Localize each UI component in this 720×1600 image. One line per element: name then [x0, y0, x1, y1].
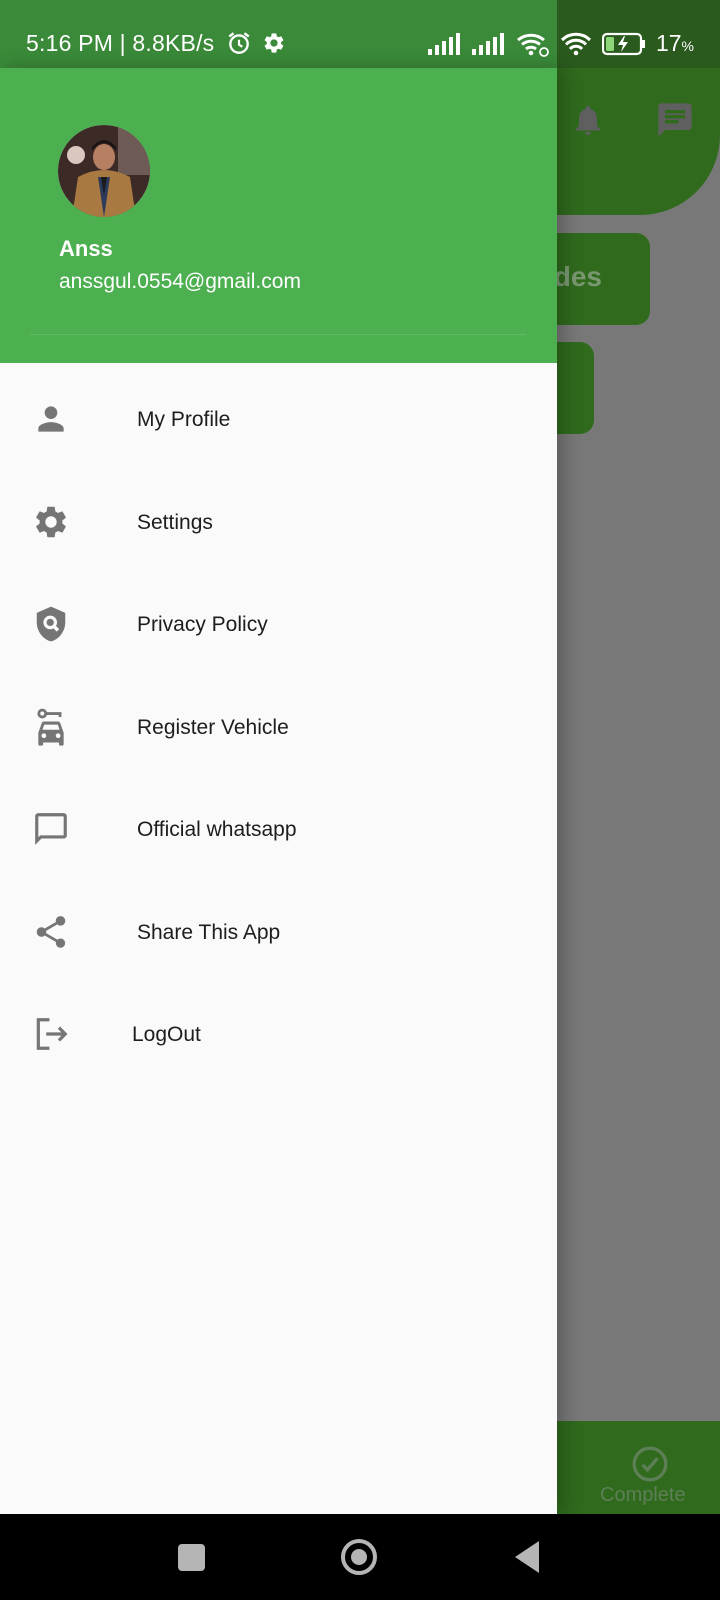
- bottom-nav-complete-label: Complete: [600, 1484, 686, 1506]
- battery-percent: 17: [655, 30, 682, 56]
- menu-item-share-app[interactable]: Share This App: [0, 881, 557, 984]
- gear-icon: [264, 33, 284, 53]
- menu-item-label: LogOut: [132, 1023, 201, 1046]
- wifi-icon: [560, 32, 592, 55]
- profile-photo: [58, 125, 150, 217]
- menu-item-register-vehicle[interactable]: Register Vehicle: [0, 676, 557, 779]
- status-bar: 5:16 PM | 8.8KB/s 17%: [0, 0, 720, 68]
- car-key-icon: [37, 708, 64, 746]
- signal-icon: [427, 32, 460, 55]
- menu-item-label: My Profile: [137, 408, 231, 431]
- back-button[interactable]: [515, 1541, 539, 1573]
- gear-icon: [36, 506, 66, 537]
- home-button[interactable]: [341, 1539, 377, 1575]
- menu-item-label: Settings: [137, 510, 213, 534]
- avatar[interactable]: [58, 125, 150, 217]
- menu-item-logout[interactable]: LogOut: [0, 983, 557, 1086]
- alarm-icon: [228, 32, 250, 54]
- system-nav-bar: [0, 1514, 720, 1600]
- user-name: Anss: [59, 236, 113, 261]
- header-divider: [30, 334, 526, 335]
- menu-item-my-profile[interactable]: My Profile: [0, 368, 557, 471]
- check-circle-icon: [632, 1446, 668, 1482]
- background-card-text: des: [553, 261, 602, 292]
- menu-item-settings[interactable]: Settings: [0, 471, 557, 574]
- drawer-header: Anss anssgul.0554@gmail.com: [0, 68, 557, 363]
- menu-item-label: Register Vehicle: [137, 715, 289, 739]
- menu-item-label: Share This App: [137, 920, 281, 944]
- wifi-link-icon: [516, 33, 549, 57]
- status-time-speed: 5:16 PM | 8.8KB/s: [26, 30, 215, 56]
- share-icon: [36, 915, 66, 948]
- battery-charging-icon: [601, 32, 645, 55]
- message-icon: [35, 813, 67, 845]
- menu-item-label: Privacy Policy: [137, 613, 268, 636]
- battery-unit: %: [681, 38, 694, 54]
- bell-icon: [576, 105, 600, 135]
- recents-button[interactable]: [178, 1544, 205, 1571]
- menu-item-official-whatsapp[interactable]: Official whatsapp: [0, 778, 557, 881]
- signal-icon: [471, 32, 504, 55]
- shield-icon: [36, 606, 66, 642]
- menu-item-label: Official whatsapp: [137, 818, 297, 841]
- logout-icon: [36, 1018, 68, 1050]
- menu-item-privacy-policy[interactable]: Privacy Policy: [0, 573, 557, 676]
- person-icon: [38, 406, 64, 432]
- user-email: anssgul.0554@gmail.com: [59, 270, 301, 293]
- drawer-menu: My Profile Settings Privacy Policy Regis…: [0, 368, 557, 1086]
- navigation-drawer: Anss anssgul.0554@gmail.com My Profile S…: [0, 68, 557, 1514]
- chat-icon: [658, 103, 692, 137]
